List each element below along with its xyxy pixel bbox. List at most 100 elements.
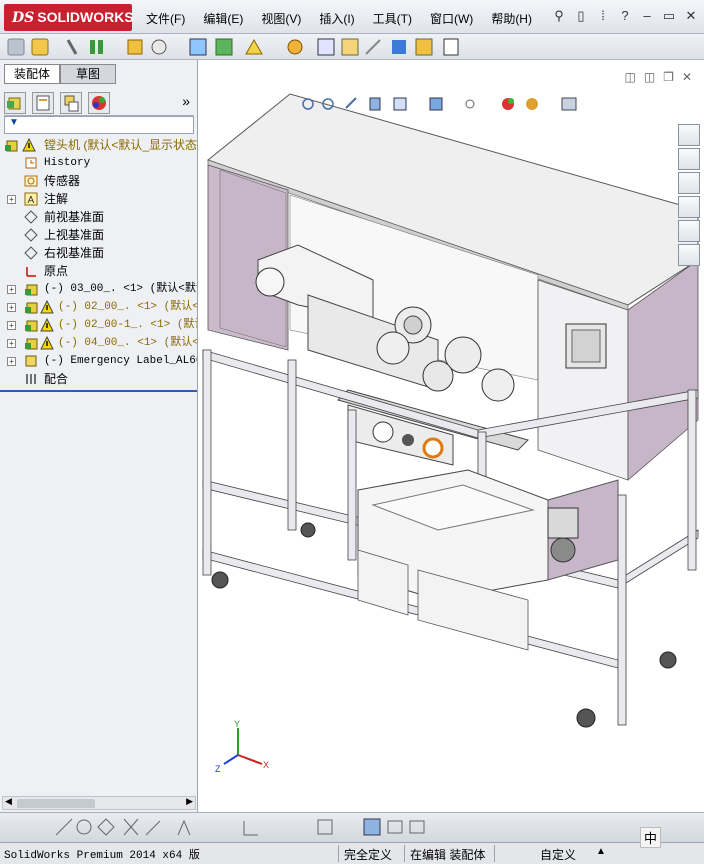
tree-item[interactable]: 配合	[0, 370, 197, 388]
expand-chevron-icon[interactable]: »	[182, 93, 190, 109]
menu-view[interactable]: 视图(V)	[261, 8, 301, 29]
expand-toggle-icon[interactable]: +	[7, 195, 16, 204]
zoom-to-fit-icon[interactable]	[302, 98, 314, 110]
tree-item[interactable]: 传感器	[0, 172, 197, 190]
tree-item[interactable]: + (-) 03_00_. <1> (默认<默认_	[0, 280, 197, 298]
component-icon[interactable]	[7, 38, 25, 56]
show-hidden-icon[interactable]	[189, 38, 207, 56]
new-motion-study-icon[interactable]	[287, 39, 303, 55]
restore-icon[interactable]: ▭	[662, 8, 676, 24]
assembly-features-icon[interactable]	[215, 38, 233, 56]
section-view-icon[interactable]	[369, 97, 381, 111]
exploded-view-icon[interactable]	[341, 38, 359, 56]
solidworks-resources-icon[interactable]	[678, 124, 700, 146]
units-dropdown-icon[interactable]: ▲	[596, 846, 606, 857]
tile-left-icon[interactable]: ◫	[624, 70, 635, 84]
tree-root[interactable]: 镗头机 (默认<默认_显示状态	[0, 136, 197, 154]
mate-icon[interactable]	[66, 39, 78, 55]
tree-item[interactable]: 前视基准面	[0, 208, 197, 226]
appearances-icon[interactable]	[678, 220, 700, 242]
view-settings-icon[interactable]	[561, 97, 577, 111]
grid-icon[interactable]	[317, 819, 333, 835]
filter-bar[interactable]: ▼	[4, 116, 194, 134]
configuration-manager-icon[interactable]	[60, 92, 82, 114]
tree-item[interactable]: 原点	[0, 262, 197, 280]
reference-geometry-icon[interactable]	[245, 38, 263, 55]
new-document-icon[interactable]: ▯	[574, 8, 588, 24]
insert-component-icon[interactable]	[31, 38, 49, 56]
close-icon[interactable]: ✕	[684, 8, 698, 24]
file-explorer-icon[interactable]	[678, 172, 700, 194]
menu-help[interactable]: 帮助(H)	[491, 8, 532, 29]
minimize-icon[interactable]: –	[640, 8, 654, 24]
expand-toggle-icon[interactable]: +	[7, 357, 16, 366]
tree-item[interactable]: History	[0, 154, 197, 172]
design-library-icon[interactable]	[678, 148, 700, 170]
tree-item[interactable]: + (-) 02_00-1_. <1> (默认<	[0, 316, 197, 334]
ime-indicator[interactable]: 中	[640, 827, 662, 848]
bill-of-materials-icon[interactable]	[317, 38, 335, 56]
help-icon[interactable]: ?	[618, 8, 632, 24]
previous-view-icon[interactable]	[345, 97, 357, 109]
tree-item[interactable]: 右视基准面	[0, 244, 197, 262]
display-manager-icon[interactable]	[88, 92, 110, 114]
menu-file[interactable]: 文件(F)	[146, 8, 185, 29]
filter-icon[interactable]: ▼	[9, 117, 19, 128]
expand-toggle-icon[interactable]: +	[7, 339, 16, 348]
tree-item[interactable]: + (-) 04_00_. <1> (默认<默	[0, 334, 197, 352]
line-icon[interactable]	[55, 818, 73, 836]
hide-show-items-icon[interactable]	[465, 99, 475, 109]
display-style-icon[interactable]	[429, 97, 443, 111]
expand-toggle-icon[interactable]: +	[7, 285, 16, 294]
tab-sketch[interactable]: 草图	[60, 64, 116, 84]
interference-detection-icon[interactable]	[392, 40, 406, 54]
edit-appearance-icon[interactable]	[502, 98, 514, 110]
explode-line-sketch-icon[interactable]	[365, 39, 381, 55]
zoom-to-area-icon[interactable]	[322, 98, 334, 110]
tree-item[interactable]: + A 注解	[0, 190, 197, 208]
smart-dimension-icon[interactable]	[243, 821, 258, 836]
solidworks-logo[interactable]: DS SOLIDWORKS	[4, 4, 134, 31]
circle-icon[interactable]	[76, 819, 92, 835]
menu-edit[interactable]: 编辑(E)	[203, 8, 243, 29]
view-orientation-icon[interactable]	[393, 97, 407, 111]
graphics-area[interactable]: Y X Z ◫ ◫ ❐ ✕	[198, 60, 704, 812]
custom-properties-icon[interactable]	[678, 244, 700, 266]
offset-icon[interactable]	[177, 819, 191, 836]
restore-window-icon[interactable]: ❐	[663, 70, 674, 84]
smart-fastener-icon[interactable]	[127, 39, 143, 55]
large-assembly-mode-icon[interactable]	[443, 38, 459, 56]
tree-horizontal-scrollbar[interactable]: ◀ ▶	[2, 796, 196, 810]
close-document-icon[interactable]: ✕	[682, 70, 692, 84]
linear-pattern-icon[interactable]	[90, 40, 103, 54]
instant3d-icon[interactable]	[415, 38, 433, 56]
menu-window[interactable]: 窗口(W)	[430, 8, 473, 29]
view-grid-icon[interactable]	[409, 820, 425, 834]
units-selector[interactable]: 自定义	[540, 846, 576, 863]
property-manager-icon[interactable]	[32, 92, 54, 114]
move-component-icon[interactable]	[151, 39, 167, 55]
knob[interactable]	[402, 434, 414, 446]
trim-icon[interactable]	[123, 818, 139, 836]
options-icon[interactable]: ⁞	[596, 8, 610, 24]
tree-item[interactable]: 上视基准面	[0, 226, 197, 244]
mirror-icon[interactable]	[145, 820, 161, 836]
tree-item[interactable]: + (-) 02_00_. <1> (默认<默	[0, 298, 197, 316]
3d-sketch-icon[interactable]	[363, 818, 381, 836]
pin-icon[interactable]: ⚲	[552, 8, 566, 24]
polygon-icon[interactable]	[97, 818, 115, 836]
expand-toggle-icon[interactable]: +	[7, 303, 16, 312]
scrollbar-thumb[interactable]	[17, 799, 95, 808]
scroll-right-icon[interactable]: ▶	[186, 796, 193, 807]
view-rect-icon[interactable]	[387, 820, 403, 834]
tree-item[interactable]: + (-) Emergency Label_AL606:	[0, 352, 197, 370]
apply-scene-icon[interactable]	[526, 98, 538, 110]
tile-right-icon[interactable]: ◫	[644, 70, 655, 84]
menu-tools[interactable]: 工具(T)	[373, 8, 412, 29]
expand-toggle-icon[interactable]: +	[7, 321, 16, 330]
feature-manager-icon[interactable]	[4, 92, 26, 114]
menu-insert[interactable]: 插入(I)	[319, 8, 354, 29]
tab-assembly[interactable]: 装配体	[4, 64, 60, 84]
scroll-left-icon[interactable]: ◀	[5, 796, 12, 807]
motor[interactable]	[547, 507, 579, 563]
